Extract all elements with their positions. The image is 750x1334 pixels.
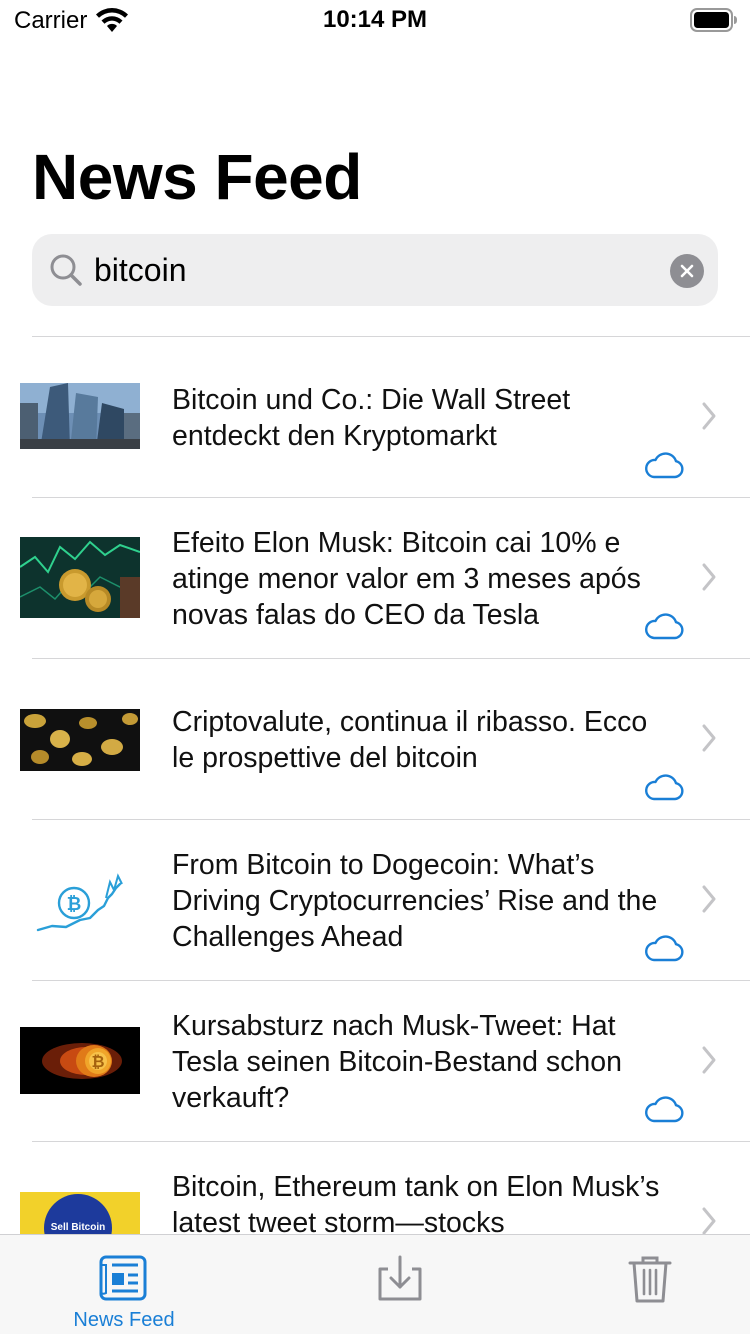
chevron-right-icon <box>702 563 716 591</box>
close-icon <box>680 264 694 278</box>
article-headline: Efeito Elon Musk: Bitcoin cai 10% e atin… <box>172 527 641 631</box>
article-thumbnail: Sell Bitcoin <box>20 1192 140 1234</box>
cloud-icon[interactable] <box>643 612 685 642</box>
tab-label: News Feed <box>73 1309 175 1331</box>
svg-text:₿: ₿ <box>91 1053 104 1071</box>
tab-trash[interactable] <box>550 1235 750 1334</box>
trash-icon <box>628 1256 672 1303</box>
news-row[interactable]: Efeito Elon Musk: Bitcoin cai 10% e atin… <box>0 498 750 659</box>
news-row[interactable]: ₿ Kursabsturz nach Musk-Tweet: Hat Tesla… <box>0 981 750 1142</box>
chevron-right-icon <box>702 724 716 752</box>
search-input[interactable] <box>94 246 654 294</box>
clear-search-button[interactable] <box>670 254 704 288</box>
article-headline: Kursabsturz nach Musk-Tweet: Hat Tesla s… <box>172 1010 622 1114</box>
article-thumbnail <box>20 383 140 449</box>
download-tray-icon <box>378 1255 422 1301</box>
chevron-right-icon <box>702 885 716 913</box>
tab-bar: News Feed <box>0 1234 750 1334</box>
sell-bitcoin-sign-text: Sell Bitcoin <box>51 1222 105 1233</box>
status-time: 10:14 PM <box>322 6 428 33</box>
article-thumbnail <box>20 709 140 771</box>
article-thumbnail <box>20 537 140 618</box>
news-row[interactable]: Criptovalute, continua il ribasso. Ecco … <box>0 659 750 820</box>
chevron-right-icon <box>702 402 716 430</box>
chevron-right-icon <box>702 1207 716 1234</box>
news-list[interactable]: Bitcoin und Co.: Die Wall Street entdeck… <box>0 337 750 1234</box>
article-headline: Bitcoin und Co.: Die Wall Street entdeck… <box>172 384 571 452</box>
article-headline: From Bitcoin to Dogecoin: What’s Driving… <box>172 849 658 953</box>
news-row[interactable]: Bitcoin und Co.: Die Wall Street entdeck… <box>0 337 750 498</box>
news-row[interactable]: Sell Bitcoin Bitcoin, Ethereum tank on E… <box>0 1142 750 1234</box>
article-thumbnail: ₿ <box>20 1027 140 1094</box>
tab-downloads[interactable] <box>300 1235 500 1334</box>
battery-icon <box>690 8 737 32</box>
search-bar[interactable] <box>32 234 718 306</box>
cloud-icon[interactable] <box>643 934 685 964</box>
tab-news-feed[interactable]: News Feed <box>0 1235 248 1334</box>
cloud-icon[interactable] <box>643 451 685 481</box>
cloud-icon[interactable] <box>643 773 685 803</box>
page-title: News Feed <box>32 141 362 213</box>
article-thumbnail: ₿ <box>20 860 140 940</box>
article-headline: Bitcoin, Ethereum tank on Elon Musk’s la… <box>172 1171 660 1234</box>
article-headline: Criptovalute, continua il ribasso. Ecco … <box>172 706 648 774</box>
news-row[interactable]: ₿ From Bitcoin to Dogecoin: What’s Drivi… <box>0 820 750 981</box>
svg-text:₿: ₿ <box>67 894 82 914</box>
cloud-icon[interactable] <box>643 1095 685 1125</box>
chevron-right-icon <box>702 1046 716 1074</box>
search-icon <box>50 254 82 286</box>
newspaper-icon <box>99 1255 147 1301</box>
status-bar: Carrier 10:14 PM <box>0 0 750 40</box>
